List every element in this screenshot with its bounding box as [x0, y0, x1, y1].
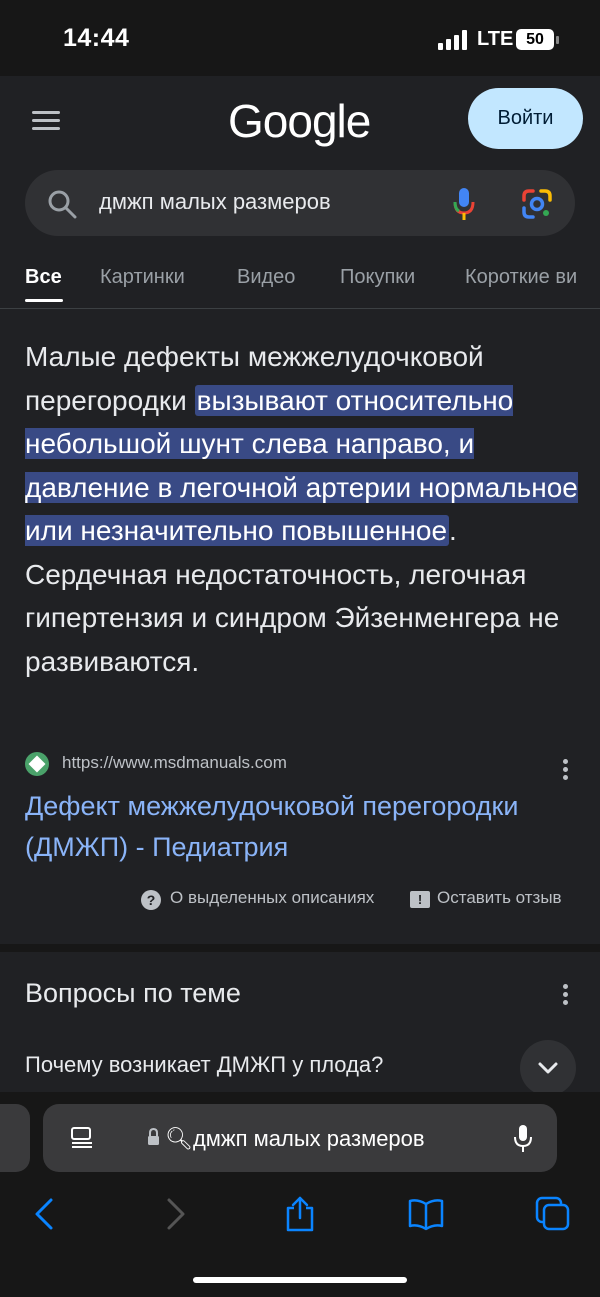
source-row[interactable]: https://www.msdmanuals.com: [25, 751, 580, 779]
address-search-icon: 🔍︎: [165, 1126, 193, 1151]
search-input[interactable]: дмжп малых размеров: [99, 189, 331, 215]
tab-shopping[interactable]: Покупки: [340, 266, 415, 289]
featured-snippet-text: Малые дефекты межжелудочковой перегородк…: [25, 335, 585, 683]
share-icon[interactable]: [282, 1196, 318, 1232]
section-divider: [0, 944, 600, 952]
status-time: 14:44: [63, 24, 130, 52]
tab-short-videos[interactable]: Короткие ви: [465, 266, 577, 289]
result-title-link[interactable]: Дефект межжелудочковой перегородки (ДМЖП…: [25, 786, 565, 868]
signal-icon: [438, 30, 470, 50]
address-mic-icon[interactable]: [513, 1124, 533, 1154]
address-bar[interactable]: 🔍︎дмжп малых размеров: [43, 1104, 557, 1172]
chevron-down-icon: [538, 1062, 558, 1074]
login-button[interactable]: Войти: [468, 88, 583, 149]
search-icon: [48, 190, 77, 219]
msd-favicon-icon: [25, 752, 49, 776]
search-tabs: Все Картинки Видео Покупки Короткие ви: [0, 258, 600, 308]
hamburger-menu-icon[interactable]: [32, 111, 60, 131]
source-url[interactable]: https://www.msdmanuals.com: [62, 753, 287, 773]
home-indicator: [193, 1277, 407, 1283]
address-text: 🔍︎дмжп малых размеров: [165, 1126, 425, 1152]
battery-icon: 50: [516, 29, 554, 50]
address-query: дмжп малых размеров: [192, 1126, 425, 1151]
network-type: LTE: [477, 28, 514, 50]
tabs-icon[interactable]: [535, 1196, 571, 1232]
feedback-link[interactable]: Оставить отзыв: [437, 888, 562, 912]
help-question-icon: ?: [141, 890, 161, 910]
tab-images[interactable]: Картинки: [100, 266, 185, 289]
bookmarks-icon[interactable]: [408, 1196, 444, 1232]
google-lens-icon[interactable]: [521, 188, 553, 220]
tabs-divider: [0, 308, 600, 309]
questions-more-options-icon[interactable]: [563, 984, 569, 1006]
battery-tip: [556, 36, 559, 44]
lock-icon: [148, 1128, 159, 1145]
previous-tab-pill[interactable]: [0, 1104, 30, 1172]
expand-question-button[interactable]: [520, 1040, 576, 1096]
voice-search-icon[interactable]: [453, 187, 475, 221]
browser-bottom-bar: 🔍︎дмжп малых размеров: [0, 1092, 600, 1297]
google-logo[interactable]: Google: [228, 94, 371, 148]
back-icon[interactable]: [27, 1196, 63, 1232]
google-header: Google Войти: [0, 76, 600, 166]
tab-videos[interactable]: Видео: [237, 266, 295, 289]
search-box[interactable]: дмжп малых размеров: [25, 170, 575, 236]
page-menu-icon[interactable]: [70, 1125, 94, 1149]
active-tab-indicator: [25, 299, 63, 302]
tab-all[interactable]: Все: [25, 266, 62, 289]
about-featured-snippets-link[interactable]: О выделенных описаниях: [170, 888, 374, 912]
forward-icon[interactable]: [157, 1196, 193, 1232]
more-options-icon[interactable]: [563, 759, 569, 781]
related-question-item[interactable]: Почему возникает ДМЖП у плода?: [25, 1052, 383, 1078]
related-questions-title: Вопросы по теме: [25, 978, 241, 1008]
feedback-icon: !: [410, 891, 430, 908]
status-bar: 14:44 LTE 50: [0, 0, 600, 76]
